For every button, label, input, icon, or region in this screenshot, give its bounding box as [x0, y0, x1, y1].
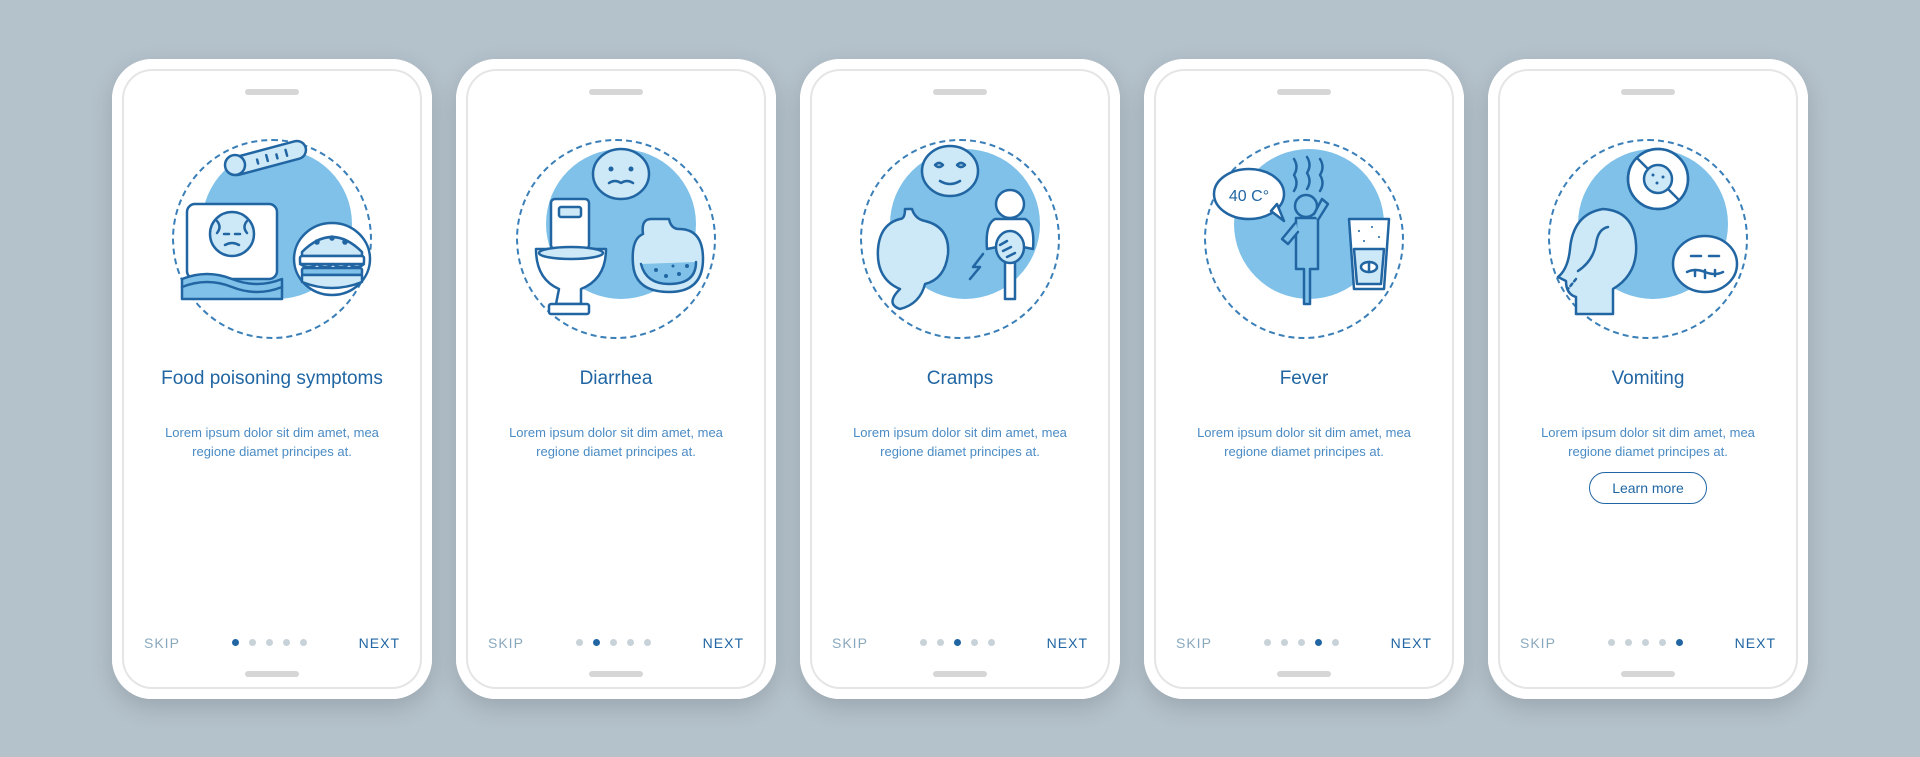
dot-5[interactable]: [1332, 639, 1339, 646]
phone-speaker: [245, 89, 299, 95]
skip-button[interactable]: SKIP: [488, 635, 524, 651]
dot-3[interactable]: [954, 639, 961, 646]
phone-speaker: [589, 89, 643, 95]
vomit-no-food-icon: [1543, 139, 1753, 339]
nav-row: SKIP NEXT: [1172, 635, 1436, 651]
dot-5[interactable]: [988, 639, 995, 646]
dot-3[interactable]: [1642, 639, 1649, 646]
toilet-stomach-icon: [511, 139, 721, 339]
learn-more-button[interactable]: Learn more: [1589, 472, 1707, 504]
screen-description: Lorem ipsum dolor sit dim amet, mea regi…: [1172, 423, 1436, 462]
dot-4[interactable]: [1659, 639, 1666, 646]
illustration-vomiting: [1538, 129, 1758, 349]
dot-4[interactable]: [971, 639, 978, 646]
dot-1[interactable]: [232, 639, 239, 646]
page-dots: [576, 639, 651, 646]
illustration-diarrhea: [506, 129, 726, 349]
home-indicator: [933, 671, 987, 677]
dot-1[interactable]: [576, 639, 583, 646]
next-button[interactable]: NEXT: [1391, 635, 1432, 651]
dot-5[interactable]: [1676, 639, 1683, 646]
dot-4[interactable]: [627, 639, 634, 646]
screen-description: Lorem ipsum dolor sit dim amet, mea regi…: [828, 423, 1092, 462]
dot-2[interactable]: [1281, 639, 1288, 646]
dot-1[interactable]: [1608, 639, 1615, 646]
next-button[interactable]: NEXT: [359, 635, 400, 651]
dot-2[interactable]: [1625, 639, 1632, 646]
phone-screen-5: Vomiting Lorem ipsum dolor sit dim amet,…: [1488, 59, 1808, 699]
home-indicator: [1621, 671, 1675, 677]
screen-title: Fever: [1280, 367, 1329, 417]
dot-4[interactable]: [283, 639, 290, 646]
dot-3[interactable]: [1298, 639, 1305, 646]
next-button[interactable]: NEXT: [703, 635, 744, 651]
page-dots: [232, 639, 307, 646]
dot-3[interactable]: [610, 639, 617, 646]
phone-screen-3: Cramps Lorem ipsum dolor sit dim amet, m…: [800, 59, 1120, 699]
phone-speaker: [933, 89, 987, 95]
skip-button[interactable]: SKIP: [1176, 635, 1212, 651]
phone-screen-4: 40 C°: [1144, 59, 1464, 699]
dot-1[interactable]: [1264, 639, 1271, 646]
next-button[interactable]: NEXT: [1047, 635, 1088, 651]
nav-row: SKIP NEXT: [1516, 635, 1780, 651]
nav-row: SKIP NEXT: [484, 635, 748, 651]
screen-description: Lorem ipsum dolor sit dim amet, mea regi…: [140, 423, 404, 462]
dot-2[interactable]: [593, 639, 600, 646]
page-dots: [920, 639, 995, 646]
screen-title: Diarrhea: [580, 367, 653, 417]
dot-2[interactable]: [937, 639, 944, 646]
screen-title: Vomiting: [1612, 367, 1685, 417]
illustration-food-poisoning: [162, 129, 382, 349]
screen-description: Lorem ipsum dolor sit dim amet, mea regi…: [484, 423, 748, 462]
next-button[interactable]: NEXT: [1735, 635, 1776, 651]
phone-speaker: [1277, 89, 1331, 95]
phone-screen-1: Food poisoning symptoms Lorem ipsum dolo…: [112, 59, 432, 699]
illustration-fever: 40 C°: [1194, 129, 1414, 349]
dot-2[interactable]: [249, 639, 256, 646]
dot-3[interactable]: [266, 639, 273, 646]
home-indicator: [1277, 671, 1331, 677]
skip-button[interactable]: SKIP: [832, 635, 868, 651]
nav-row: SKIP NEXT: [828, 635, 1092, 651]
fever-temp-icon: 40 C°: [1199, 139, 1409, 339]
home-indicator: [245, 671, 299, 677]
screen-title: Food poisoning symptoms: [161, 367, 383, 417]
page-dots: [1264, 639, 1339, 646]
skip-button[interactable]: SKIP: [1520, 635, 1556, 651]
skip-button[interactable]: SKIP: [144, 635, 180, 651]
page-dots: [1608, 639, 1683, 646]
stomach-pain-icon: [855, 139, 1065, 339]
dot-5[interactable]: [644, 639, 651, 646]
dot-5[interactable]: [300, 639, 307, 646]
svg-text:40 C°: 40 C°: [1229, 188, 1269, 205]
sick-bed-burger-icon: [167, 139, 377, 339]
dot-1[interactable]: [920, 639, 927, 646]
phone-screen-2: Diarrhea Lorem ipsum dolor sit dim amet,…: [456, 59, 776, 699]
screen-description: Lorem ipsum dolor sit dim amet, mea regi…: [1516, 423, 1780, 462]
phone-speaker: [1621, 89, 1675, 95]
dot-4[interactable]: [1315, 639, 1322, 646]
illustration-cramps: [850, 129, 1070, 349]
onboarding-mockups: Food poisoning symptoms Lorem ipsum dolo…: [112, 59, 1808, 699]
nav-row: SKIP NEXT: [140, 635, 404, 651]
home-indicator: [589, 671, 643, 677]
screen-title: Cramps: [927, 367, 994, 417]
